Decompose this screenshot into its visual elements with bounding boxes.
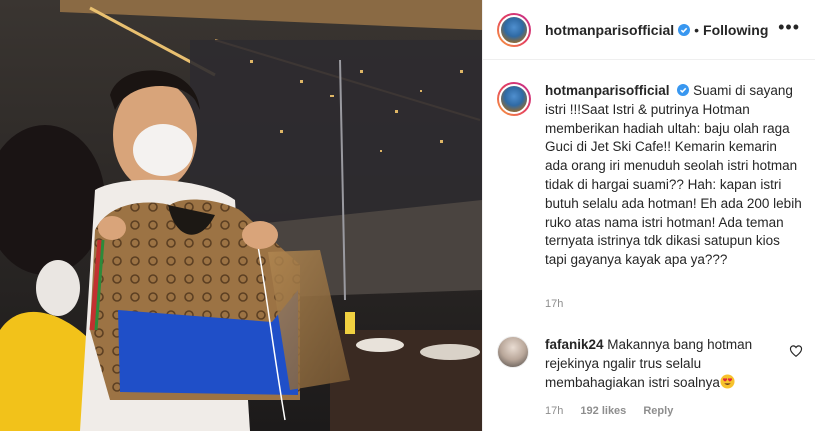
author-username[interactable]: hotmanparisofficial xyxy=(545,22,674,38)
caption-username[interactable]: hotmanparisofficial xyxy=(545,83,670,98)
post-video-frame xyxy=(0,0,482,431)
separator-dot: • xyxy=(694,21,700,38)
post-header: hotmanparisofficial • Following ••• xyxy=(483,0,815,60)
following-button[interactable]: Following xyxy=(703,22,768,38)
reply-button[interactable]: Reply xyxy=(643,405,673,417)
heart-eyes-emoji-icon xyxy=(720,374,735,389)
post-media[interactable] xyxy=(0,0,482,431)
caption-author-avatar[interactable] xyxy=(497,82,531,116)
comment-username[interactable]: fafanik24 xyxy=(545,337,604,352)
caption-timestamp[interactable]: 17h xyxy=(545,298,563,310)
commenter-avatar[interactable] xyxy=(497,336,529,368)
caption-text: hotmanparisofficial Suami di sayang istr… xyxy=(545,82,802,270)
author-avatar[interactable] xyxy=(497,12,531,47)
comment-meta: 17h 192 likes Reply xyxy=(545,405,687,417)
caption: hotmanparisofficial Suami di sayang istr… xyxy=(497,82,802,270)
comment: fafanik24 Makannya bang hotman rejekinya… xyxy=(497,336,802,392)
comment-text: fafanik24 Makannya bang hotman rejekinya… xyxy=(545,336,785,392)
comment-likes[interactable]: 192 likes xyxy=(580,405,626,417)
heart-outline-icon[interactable] xyxy=(789,344,803,358)
comment-timestamp[interactable]: 17h xyxy=(545,405,563,417)
verified-badge-icon xyxy=(678,23,691,36)
post-side-panel: hotmanparisofficial • Following ••• hotm… xyxy=(482,0,815,431)
more-options-icon[interactable]: ••• xyxy=(778,18,800,36)
caption-body: Suami di sayang istri !!!Saat Istri & pu… xyxy=(545,83,802,268)
verified-badge-icon xyxy=(677,84,690,96)
